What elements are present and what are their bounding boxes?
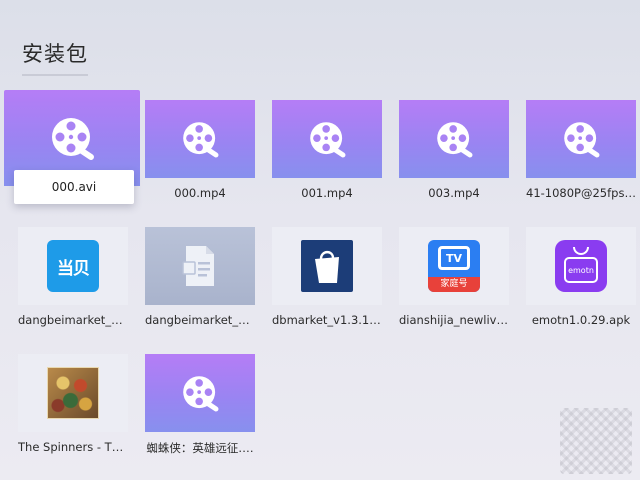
dangbei-icon-text: 当贝: [57, 258, 90, 279]
video-thumbnail: [145, 100, 255, 178]
video-thumbnail: [272, 100, 382, 178]
tv-icon-caption: 家庭号: [428, 277, 480, 292]
file-name: emotn1.0.29.apk: [531, 313, 631, 327]
video-thumbnail: [399, 100, 509, 178]
file-name: dianshijia_newlive_…: [399, 313, 509, 327]
apk-thumbnail: emotn: [526, 227, 636, 305]
file-name: dbmarket_v1.3.1_2…: [272, 313, 382, 327]
file-name: dangbeimarket_4.3…: [145, 313, 255, 327]
tv-icon-text: TV: [445, 251, 463, 265]
file-thumbnail: [145, 227, 255, 305]
film-reel-play-icon: [52, 118, 94, 160]
shopping-bag-icon: [315, 250, 339, 283]
watermark-pattern: [560, 408, 632, 474]
film-reel-play-icon: [183, 122, 219, 158]
file-tile-000-mp4[interactable]: 000.mp4: [145, 100, 255, 200]
file-tile-dianshijia-apk[interactable]: TV 家庭号 dianshijia_newlive_…: [399, 227, 509, 327]
page-title: 安装包: [22, 42, 88, 66]
file-name: 000.avi: [14, 170, 134, 204]
file-tile-dangbeimarket-file[interactable]: dangbeimarket_4.3…: [145, 227, 255, 327]
file-tile-the-spinners[interactable]: The Spinners - The…: [18, 354, 128, 454]
title-underline: [22, 74, 88, 76]
film-reel-play-icon: [564, 122, 600, 158]
file-tile-001-mp4[interactable]: 001.mp4: [272, 100, 382, 200]
file-tile-dbmarket-apk[interactable]: dbmarket_v1.3.1_2…: [272, 227, 382, 327]
document-icon: [182, 246, 214, 286]
file-tile-dangbeimarket-apk[interactable]: 当贝 dangbeimarket_4.3…: [18, 227, 128, 327]
film-reel-play-icon: [310, 122, 346, 158]
video-thumbnail: [526, 100, 636, 178]
file-name: The Spinners - The…: [18, 440, 128, 454]
apk-thumbnail: 当贝: [18, 227, 128, 305]
file-tile-003-mp4[interactable]: 003.mp4: [399, 100, 509, 200]
file-name: dangbeimarket_4.3…: [18, 313, 128, 327]
film-reel-play-icon: [437, 122, 473, 158]
emotn-icon-text: emotn: [568, 265, 594, 275]
shopping-bag-app-icon: [301, 240, 353, 292]
apk-thumbnail: TV 家庭号: [399, 227, 509, 305]
file-tile-000-avi[interactable]: 000.avi: [4, 90, 140, 204]
apk-thumbnail: [272, 227, 382, 305]
tv-app-icon: TV 家庭号: [428, 240, 480, 292]
video-thumbnail: [145, 354, 255, 432]
file-tile-emotn-apk[interactable]: emotn emotn1.0.29.apk: [526, 227, 636, 327]
file-name: 001.mp4: [301, 186, 353, 200]
film-reel-play-icon: [183, 376, 219, 412]
file-tile-41-1080p[interactable]: 41-1080P@25fps-4…: [526, 100, 636, 200]
file-name: 003.mp4: [428, 186, 480, 200]
album-cover-icon: [47, 367, 99, 419]
file-tile-spiderman[interactable]: 蜘蛛侠：英雄远征.…: [145, 354, 255, 456]
dangbei-app-icon: 当贝: [47, 240, 99, 292]
emotn-bag-app-icon: emotn: [555, 240, 607, 292]
image-thumbnail: [18, 354, 128, 432]
file-name: 蜘蛛侠：英雄远征.…: [146, 441, 254, 455]
file-name: 41-1080P@25fps-4…: [526, 186, 636, 200]
file-name: 000.mp4: [174, 186, 226, 200]
